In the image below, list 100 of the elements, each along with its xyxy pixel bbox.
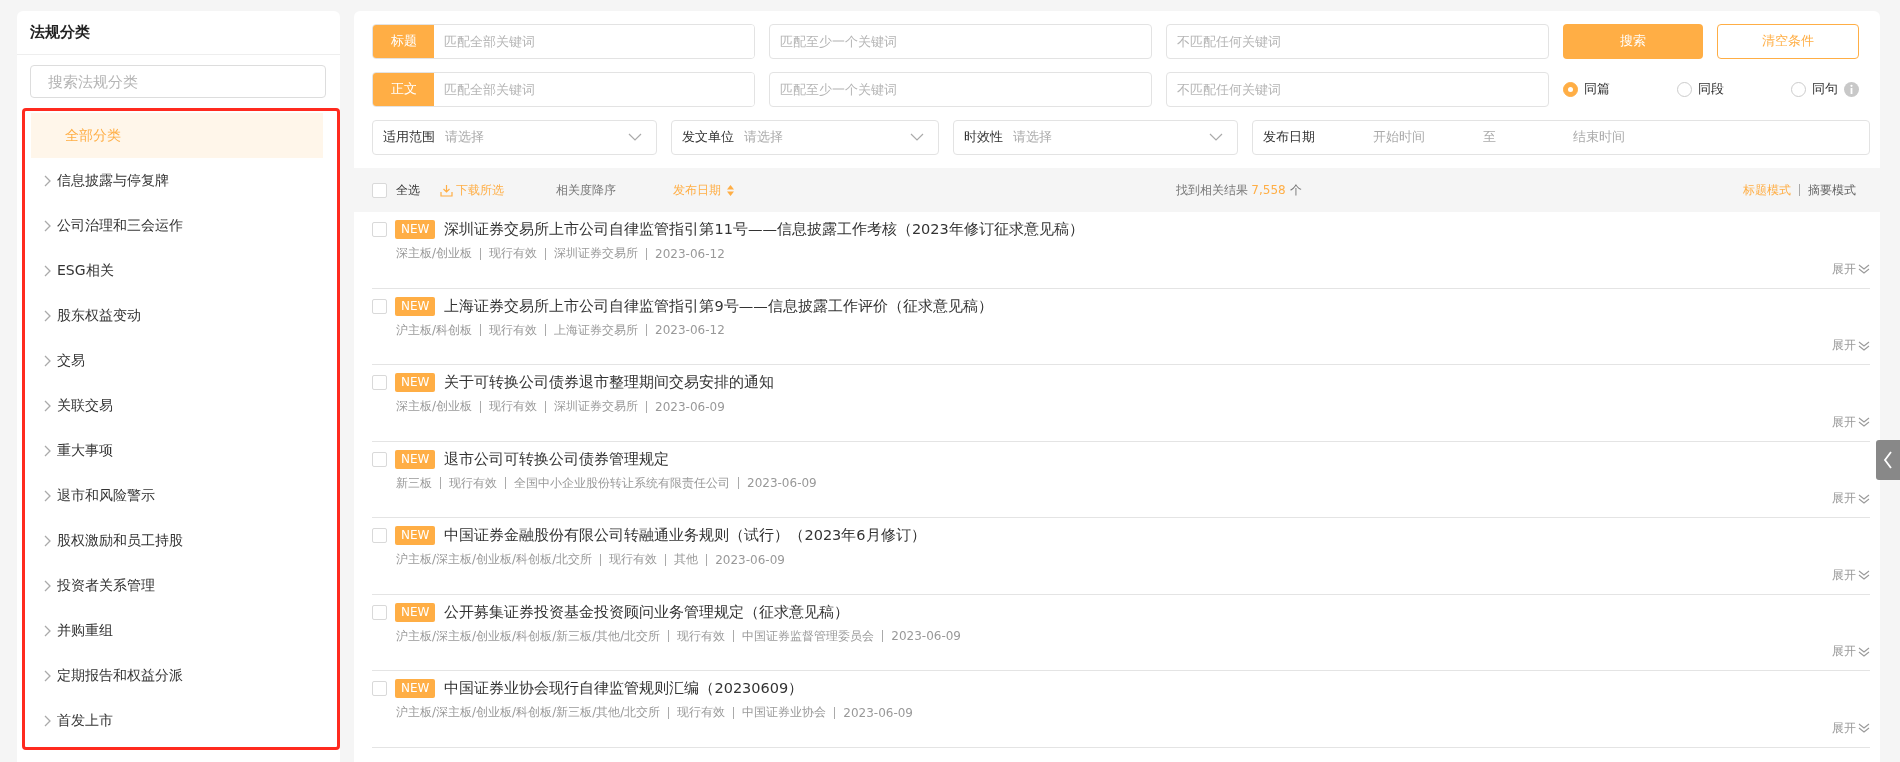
chevron-right-icon (43, 534, 51, 547)
double-chevron-down-icon (1858, 570, 1870, 580)
category-item[interactable]: 股权激励和员工持股 (31, 518, 323, 563)
result-meta: 沪主板/深主板/创业板/科创板/新三板/其他/北交所 (396, 627, 661, 645)
chevron-down-icon (1209, 133, 1223, 141)
category-item[interactable]: 交易 (31, 338, 323, 383)
scope-radio[interactable]: 同篇 (1563, 80, 1610, 98)
keyword-field[interactable]: 不匹配任何关键词 (1166, 23, 1549, 59)
double-chevron-down-icon (1858, 723, 1870, 733)
row-checkbox[interactable] (372, 604, 387, 620)
search-field[interactable]: 搜索法规分类 (30, 65, 326, 98)
result-meta: 上海证券交易所 (554, 321, 639, 339)
mode-toggle[interactable]: 摘要模式 (1808, 181, 1856, 199)
result-meta: 现行有效 (677, 627, 726, 645)
chevron-right-icon (43, 219, 51, 232)
row-checkbox[interactable] (372, 451, 387, 467)
chevron-down-icon (628, 133, 642, 141)
sort-icon (727, 184, 734, 196)
chevron-right-icon (43, 579, 51, 592)
result-count: 找到相关结果 7,558 个 (1175, 181, 1302, 199)
chevron-down-icon (910, 133, 924, 141)
category-item[interactable]: 信息披露与停复牌 (31, 158, 323, 203)
chevron-right-icon (43, 174, 51, 187)
download-icon (440, 183, 453, 197)
select-field[interactable]: 时效性 请选择 (953, 119, 1238, 155)
category-item[interactable]: 定期报告和权益分派 (31, 653, 323, 698)
new-badge: NEW (395, 602, 436, 622)
result-meta: 深圳证券交易所 (554, 398, 639, 415)
chevron-right-icon (43, 444, 51, 457)
category-item[interactable]: 首发上市 (31, 698, 323, 743)
sort-option[interactable]: 相关度降序 (556, 181, 616, 199)
double-chevron-down-icon (1858, 264, 1870, 274)
chevron-right-icon (43, 309, 51, 322)
new-badge: NEW (395, 220, 436, 239)
result-meta: 其他 (674, 551, 699, 568)
result-meta: 沪主板/深主板/创业板/科创板/北交所 (396, 551, 593, 568)
result-meta: 现行有效 (677, 704, 726, 721)
double-chevron-down-icon (1858, 340, 1870, 351)
row-checkbox[interactable] (372, 222, 387, 237)
result-meta: 2023-06-12 (655, 323, 725, 337)
new-badge: NEW (395, 449, 436, 469)
select-all-checkbox[interactable] (372, 182, 387, 198)
result-title[interactable]: 上海证券交易所上市公司自律监管指引第9号——信息披露工作评价（征求意见稿） (444, 296, 993, 316)
result-meta: 2023-06-09 (843, 705, 913, 720)
double-chevron-down-icon (1858, 417, 1870, 427)
chevron-left-icon (1883, 451, 1893, 469)
new-badge: NEW (395, 526, 436, 545)
chevron-right-icon (43, 624, 51, 637)
row-checkbox[interactable] (372, 681, 387, 696)
category-item[interactable]: 关联交易 (31, 383, 323, 428)
category-item[interactable]: ESG相关 (31, 248, 323, 293)
new-badge: NEW (395, 373, 436, 392)
select-field[interactable]: 发文单位 请选择 (671, 119, 939, 155)
double-chevron-down-icon (1858, 493, 1870, 504)
new-badge: NEW (395, 679, 436, 698)
result-meta: 现行有效 (489, 245, 538, 262)
result-meta: 中国证券业协会 (742, 704, 827, 721)
double-chevron-down-icon (1858, 646, 1870, 657)
result-title[interactable]: 退市公司可转换公司债券管理规定 (444, 449, 670, 469)
result-meta: 2023-06-12 (655, 246, 725, 261)
row-checkbox[interactable] (372, 528, 387, 543)
result-meta: 2023-06-09 (655, 399, 725, 414)
result-title[interactable]: 中国证券金融股份有限公司转融通业务规则（试行）（2023年6月修订） (444, 526, 926, 545)
new-badge: NEW (395, 296, 436, 316)
result-meta: 现行有效 (489, 398, 538, 415)
result-title[interactable]: 公开募集证券投资基金投资顾问业务管理规定（征求意见稿） (444, 602, 850, 622)
result-meta: 沪主板/科创板 (396, 321, 473, 339)
collapse-tab[interactable] (1876, 440, 1900, 480)
chevron-right-icon (43, 714, 51, 727)
result-meta: 现行有效 (489, 321, 538, 339)
scope-radio[interactable]: 同段 (1677, 80, 1724, 98)
category-item[interactable]: 投资者关系管理 (31, 563, 323, 608)
chevron-right-icon (43, 489, 51, 502)
date-range-field[interactable]: 发布日期 开始时间 至 结束时间 (1252, 119, 1870, 155)
result-meta: 2023-06-09 (747, 476, 817, 490)
category-item[interactable]: 股东权益变动 (31, 293, 323, 338)
result-meta: 沪主板/深主板/创业板/科创板/新三板/其他/北交所 (396, 704, 661, 721)
category-item[interactable]: 重大事项 (31, 428, 323, 473)
result-meta: 深主板/创业板 (396, 245, 473, 262)
result-title[interactable]: 中国证券业协会现行自律监管规则汇编（20230609） (444, 679, 804, 698)
result-meta: 现行有效 (609, 551, 658, 568)
category-item[interactable]: 并购重组 (31, 608, 323, 653)
result-meta: 2023-06-09 (715, 552, 785, 567)
row-checkbox[interactable] (372, 375, 387, 390)
category-item[interactable]: 退市和风险警示 (31, 473, 323, 518)
result-title[interactable]: 关于可转换公司债券退市整理期间交易安排的通知 (444, 373, 775, 392)
result-title[interactable]: 深圳证券交易所上市公司自律监管指引第11号——信息披露工作考核（2023年修订征求意见稿） (444, 220, 1084, 239)
result-meta: 深圳证券交易所 (554, 245, 639, 262)
row-checkbox[interactable] (372, 298, 387, 314)
result-meta: 2023-06-09 (891, 629, 961, 643)
keyword-field[interactable]: 不匹配任何关键词 (1166, 71, 1549, 107)
chevron-right-icon (43, 264, 51, 277)
result-meta: 现行有效 (449, 474, 497, 492)
result-meta: 深主板/创业板 (396, 398, 473, 415)
select-all-label[interactable]: 全选 (396, 181, 420, 199)
select-field[interactable]: 适用范围 请选择 (372, 119, 657, 155)
category-item[interactable]: 公司治理和三会运作 (31, 203, 323, 248)
scope-radio[interactable]: 同句 (1791, 80, 1859, 98)
chevron-right-icon (43, 354, 51, 367)
result-meta: 新三板 (396, 474, 432, 492)
